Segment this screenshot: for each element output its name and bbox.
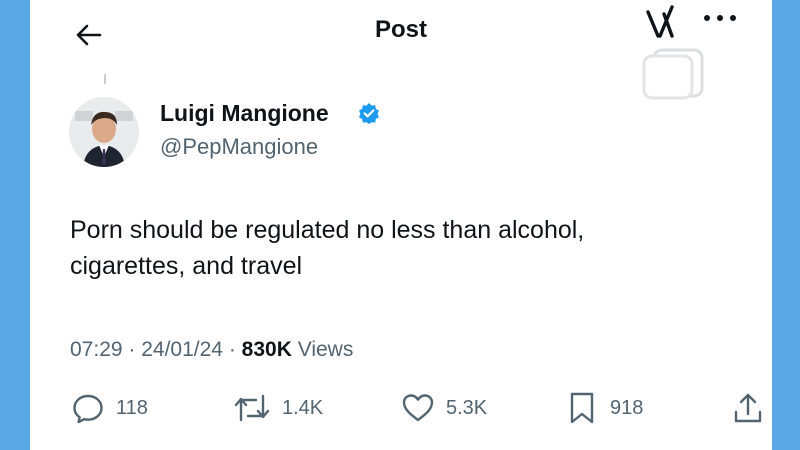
thread-line: [104, 74, 106, 84]
meta-separator: ·: [128, 338, 142, 361]
tweet-text-line: Porn should be regulated no less than al…: [70, 216, 585, 244]
reply-icon: [73, 394, 103, 424]
reply-button[interactable]: 118: [70, 388, 148, 428]
more-options-button[interactable]: [700, 8, 740, 28]
top-bar: Post: [30, 0, 772, 100]
bookmark-button[interactable]: 918: [564, 388, 643, 428]
copy-overlay-icon: [642, 48, 704, 100]
tweet-text: Porn should be regulated no less than al…: [70, 212, 730, 284]
bookmark-count: 918: [610, 396, 644, 419]
verified-badge-icon: [359, 103, 379, 124]
tweet-date[interactable]: 24/01/24: [141, 338, 223, 361]
repost-icon: [234, 394, 270, 422]
share-button[interactable]: [730, 388, 766, 428]
author-handle[interactable]: @PepMangione: [160, 134, 318, 160]
tweet-text-line: cigarettes, and travel: [70, 252, 303, 280]
views-count: 830K: [241, 338, 292, 361]
reply-count: 118: [116, 396, 148, 419]
like-button[interactable]: 5.3K: [400, 388, 487, 428]
meta-separator: ·: [228, 338, 242, 361]
avatar-image: [69, 97, 139, 167]
author-name[interactable]: Luigi Mangione: [160, 100, 329, 127]
action-bar: 118 1.4K 5.3K 918: [30, 388, 772, 428]
grok-icon: [646, 5, 674, 38]
tweet-time[interactable]: 07:29: [70, 338, 123, 361]
post-card: Post Luigi Mangione @PepMangione Porn sh…: [30, 0, 772, 450]
repost-button[interactable]: 1.4K: [232, 388, 323, 428]
like-count: 5.3K: [446, 396, 488, 419]
tweet-meta: 07:29 · 24/01/24 · 830K Views: [70, 338, 353, 362]
bookmark-icon: [570, 392, 594, 424]
grok-button[interactable]: [642, 4, 678, 40]
heart-icon: [402, 394, 434, 422]
share-icon: [734, 393, 762, 423]
repost-count: 1.4K: [282, 396, 324, 419]
avatar[interactable]: [69, 97, 139, 167]
views-label: Views: [297, 338, 354, 361]
more-icon: [704, 15, 736, 21]
